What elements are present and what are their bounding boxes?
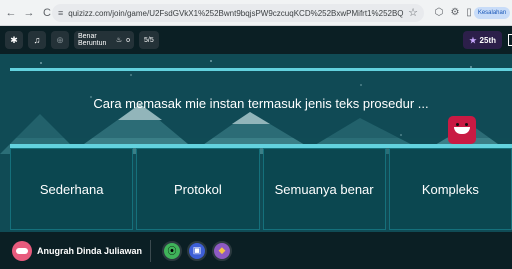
answer-option-3[interactable]: Semuanya benar [262,148,386,230]
question-counter: 5/5 [139,31,159,49]
site-settings-icon[interactable]: ≡ [58,8,63,18]
back-icon[interactable]: ← [4,6,18,20]
quiz-header: ✱ ♫ ⊕ Benar Beruntun ♨ o 5/5 ★ 25th [0,26,512,54]
zoom-icon[interactable]: ⊕ [51,31,69,49]
streak-powerup[interactable]: Benar Beruntun ♨ o [74,31,134,49]
fullscreen-icon[interactable] [508,34,512,46]
answer-option-4[interactable]: Kompleks [388,148,512,230]
streak-label: Benar Beruntun [78,33,107,47]
question-stage: Cara memasak mie instan termasuk jenis t… [0,54,512,232]
music-icon[interactable]: ♫ [28,31,46,49]
browser-toolbar: ← → C ≡ quizizz.com/join/game/U2FsdGVkX1… [0,0,512,26]
flame-icon: ♨ [115,37,123,44]
url-text: quizizz.com/join/game/U2FsdGVkX1%252Bwnt… [68,8,405,18]
player-bar: Anugrah Dinda Juliawan ⦿ ▣ ◆ [0,232,512,269]
answer-option-2[interactable]: Protokol [136,148,260,230]
divider [150,239,152,262]
powerup-1-icon[interactable]: ⦿ [162,240,183,261]
settings-gear-icon[interactable]: ✱ [5,31,23,49]
medal-icon: ★ [469,35,477,45]
bookmark-star-icon[interactable]: ☆ [408,6,418,19]
forward-icon[interactable]: → [22,6,36,20]
extension-icon[interactable]: ⬡ [432,5,446,19]
avatar [12,240,32,261]
player-name: Anugrah Dinda Juliawan [37,245,143,256]
extensions-puzzle-icon[interactable]: ⚙ [448,5,462,19]
rank-text: 25th [479,35,496,45]
answer-options: Sederhana Protokol Semuanya benar Komple… [10,148,512,230]
powerup-2-icon[interactable]: ▣ [187,240,208,261]
profile-button[interactable]: Kesalahan [474,7,510,19]
powerup-3-icon[interactable]: ◆ [212,240,233,261]
rank-badge: ★ 25th [463,31,502,49]
answer-option-1[interactable]: Sederhana [10,148,134,230]
question-text: Cara memasak mie instan termasuk jenis t… [93,95,429,111]
mascot-icon [448,116,476,144]
streak-count: o [126,36,130,44]
address-bar[interactable]: ≡ quizizz.com/join/game/U2FsdGVkX1%252Bw… [52,4,424,22]
